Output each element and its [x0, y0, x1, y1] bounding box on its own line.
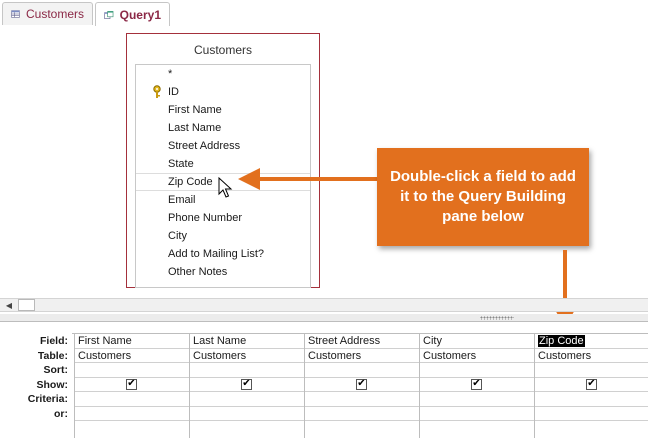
- design-pane-scrollbar[interactable]: ◀: [0, 298, 648, 312]
- table-box-title: Customers: [193, 43, 252, 57]
- field-label: ID: [168, 86, 179, 98]
- field-label: City: [168, 230, 187, 242]
- pane-splitter[interactable]: [0, 314, 648, 322]
- or-cell[interactable]: [305, 407, 419, 421]
- mouse-pointer-icon: [218, 177, 233, 198]
- table-icon: [11, 10, 20, 18]
- customers-table-box[interactable]: Customers * ID First Name Last Name Stre…: [126, 33, 320, 288]
- field-label: Last Name: [168, 122, 222, 134]
- show-cell: ✔: [305, 378, 419, 392]
- field-cell[interactable]: Last Name: [190, 334, 304, 349]
- field-label: Other Notes: [168, 266, 228, 278]
- field-label: Phone Number: [168, 212, 242, 224]
- instruction-callout: Double-click a field to add it to the Qu…: [377, 148, 589, 246]
- tab-label: Customers: [25, 7, 84, 21]
- field-label: State: [168, 158, 194, 170]
- table-cell[interactable]: Customers: [305, 349, 419, 363]
- tab-query1[interactable]: Query1: [95, 2, 170, 27]
- field-cell-value: Zip Code: [538, 335, 585, 347]
- field-item-last-name[interactable]: Last Name: [136, 119, 310, 137]
- sort-cell[interactable]: [75, 363, 189, 378]
- scrollbar-thumb[interactable]: [18, 299, 35, 311]
- grid-column-street-address: Street Address Customers ✔: [304, 334, 419, 438]
- or-cell[interactable]: [75, 407, 189, 421]
- show-checkbox[interactable]: ✔: [241, 378, 252, 390]
- field-label: Add to Mailing List?: [168, 248, 264, 260]
- field-label: Street Address: [168, 140, 241, 152]
- field-label: *: [168, 68, 173, 80]
- query-icon: [104, 10, 114, 19]
- field-item-all[interactable]: *: [136, 65, 310, 83]
- field-item-add-to-mailing-list[interactable]: Add to Mailing List?: [136, 245, 310, 263]
- grid-column-city: City Customers ✔: [419, 334, 534, 438]
- field-label: Email: [168, 194, 196, 206]
- show-cell: ✔: [190, 378, 304, 392]
- table-cell-value: Customers: [308, 349, 362, 362]
- callout-arrow-left-icon: [238, 168, 378, 190]
- field-item-other-notes[interactable]: Other Notes: [136, 263, 310, 281]
- grid-column-first-name: First Name Customers ✔: [74, 334, 189, 438]
- show-checkbox[interactable]: ✔: [471, 378, 482, 390]
- show-checkbox[interactable]: ✔: [586, 378, 597, 390]
- field-cell-value: Last Name: [193, 335, 247, 347]
- sort-cell[interactable]: [305, 363, 419, 378]
- row-label-or: or:: [54, 407, 68, 420]
- field-item-city[interactable]: City: [136, 227, 310, 245]
- field-cell[interactable]: Zip Code: [535, 334, 648, 349]
- table-cell-value: Customers: [538, 349, 592, 362]
- field-cell[interactable]: City: [420, 334, 534, 349]
- grid-column-last-name: Last Name Customers ✔: [189, 334, 304, 438]
- table-cell[interactable]: Customers: [190, 349, 304, 363]
- field-cell-value: First Name: [78, 335, 132, 347]
- table-cell[interactable]: Customers: [75, 349, 189, 363]
- show-cell: ✔: [420, 378, 534, 392]
- scroll-left-icon[interactable]: ◀: [2, 300, 16, 311]
- table-cell-value: Customers: [193, 349, 247, 362]
- tab-customers[interactable]: Customers: [2, 2, 93, 25]
- sort-cell[interactable]: [420, 363, 534, 378]
- grid-row-labels: Field: Table: Sort: Show: Criteria: or:: [0, 334, 72, 421]
- criteria-cell[interactable]: [75, 392, 189, 407]
- show-cell: ✔: [535, 378, 648, 392]
- field-item-phone-number[interactable]: Phone Number: [136, 209, 310, 227]
- criteria-cell[interactable]: [305, 392, 419, 407]
- field-cell[interactable]: Street Address: [305, 334, 419, 349]
- show-checkbox[interactable]: ✔: [356, 378, 367, 390]
- field-cell[interactable]: First Name: [75, 334, 189, 349]
- query-grid: Field: Table: Sort: Show: Criteria: or: …: [0, 322, 648, 438]
- show-checkbox[interactable]: ✔: [126, 378, 137, 390]
- or-cell[interactable]: [190, 407, 304, 421]
- or-cell[interactable]: [535, 407, 648, 421]
- criteria-cell[interactable]: [190, 392, 304, 407]
- table-cell-value: Customers: [423, 349, 477, 362]
- grid-column-zip-code: Zip Code Customers ✔: [534, 334, 648, 438]
- row-label-table: Table:: [37, 349, 68, 362]
- criteria-cell[interactable]: [535, 392, 648, 407]
- document-tabs: Customers Query1: [0, 0, 648, 27]
- field-label: First Name: [168, 104, 222, 116]
- row-label-field: Field:: [40, 335, 68, 347]
- row-label-criteria: Criteria:: [27, 393, 68, 405]
- field-cell-value: City: [423, 335, 442, 347]
- primary-key-icon: [153, 85, 161, 98]
- sort-cell[interactable]: [535, 363, 648, 378]
- table-cell[interactable]: Customers: [420, 349, 534, 363]
- criteria-cell[interactable]: [420, 392, 534, 407]
- row-label-sort: Sort:: [43, 364, 69, 376]
- table-cell[interactable]: Customers: [535, 349, 648, 363]
- row-label-show: Show:: [36, 378, 69, 391]
- field-label: Zip Code: [168, 176, 213, 188]
- field-cell-value: Street Address: [308, 335, 381, 347]
- or-cell[interactable]: [420, 407, 534, 421]
- show-cell: ✔: [75, 378, 189, 392]
- field-item-first-name[interactable]: First Name: [136, 101, 310, 119]
- tab-label: Query1: [119, 7, 161, 22]
- table-cell-value: Customers: [78, 349, 132, 362]
- sort-cell[interactable]: [190, 363, 304, 378]
- field-item-id[interactable]: ID: [136, 83, 310, 101]
- field-item-street-address[interactable]: Street Address: [136, 137, 310, 155]
- splitter-grip-icon[interactable]: [480, 316, 514, 320]
